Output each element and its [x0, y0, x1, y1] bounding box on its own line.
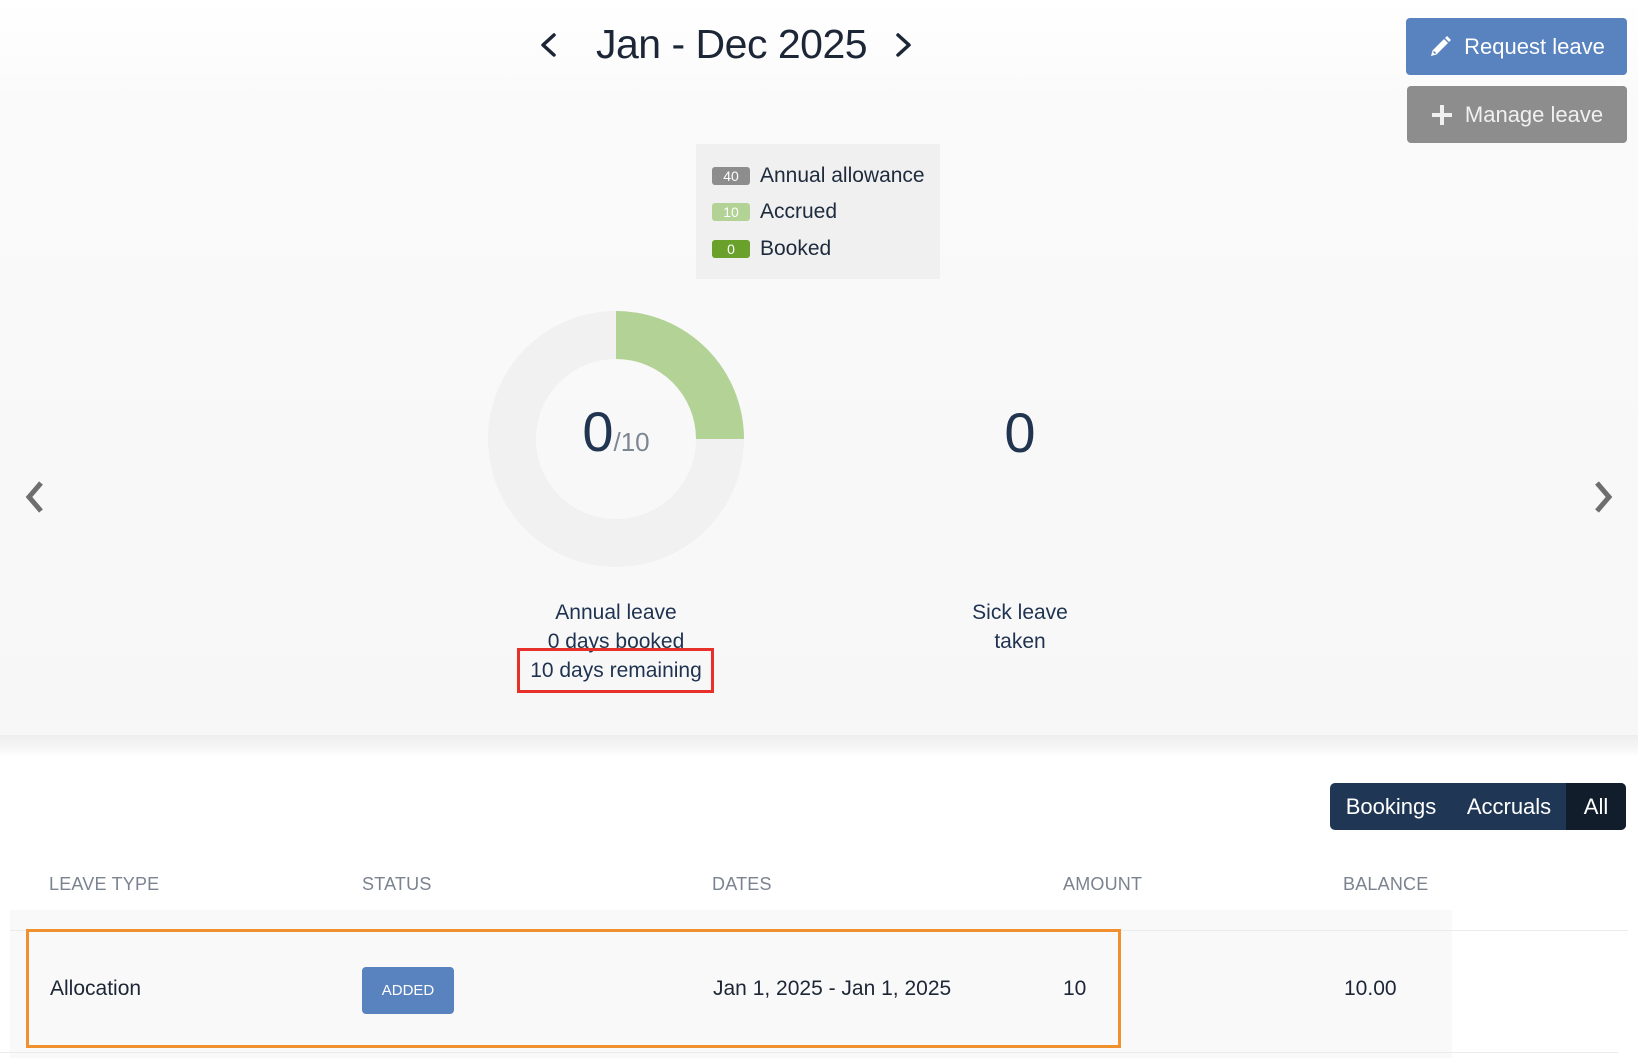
carousel-next-button[interactable]	[1582, 474, 1622, 520]
tab-all[interactable]: All	[1566, 783, 1626, 830]
legend-label: Booked	[760, 237, 832, 260]
chart-legend: 40 Annual allowance 10 Accrued 0 Booked	[696, 144, 940, 279]
sick-leave-line2: taken	[994, 630, 1046, 653]
legend-label: Accrued	[760, 200, 838, 223]
legend-item: 0 Booked	[712, 234, 831, 264]
chevron-left-icon	[25, 481, 43, 513]
row-divider	[0, 1052, 1618, 1053]
chevron-left-icon	[541, 33, 556, 57]
chevron-right-icon	[896, 33, 911, 57]
row-highlight-box	[26, 929, 1121, 1048]
total-value: /10	[613, 427, 650, 457]
booked-value: 0	[582, 400, 614, 463]
donut-center: 0/10	[486, 399, 746, 464]
manage-leave-button[interactable]: Manage leave	[1407, 86, 1627, 143]
period-prev-button[interactable]	[530, 19, 570, 69]
legend-badge: 40	[712, 167, 750, 185]
sick-leave-caption: Sick leave taken	[920, 598, 1120, 656]
legend-label: Annual allowance	[760, 164, 925, 187]
request-leave-button[interactable]: Request leave	[1406, 18, 1627, 75]
leave-dashboard: Jan - Dec 2025 Request leave Manage leav…	[0, 0, 1638, 1058]
column-header-leave-type[interactable]: LEAVE TYPE	[49, 874, 159, 895]
request-leave-label: Request leave	[1464, 33, 1605, 59]
legend-item: 40 Annual allowance	[712, 161, 925, 191]
legend-badge: 0	[712, 240, 750, 258]
manage-leave-label: Manage leave	[1464, 101, 1604, 127]
remaining-highlight-box	[517, 648, 714, 693]
legend-item: 10 Accrued	[712, 197, 837, 227]
sick-leave-line1: Sick leave	[972, 601, 1068, 624]
panel-divider	[0, 735, 1638, 757]
summary-panel	[0, 0, 1638, 735]
cell-balance: 10.00	[1344, 977, 1397, 1000]
legend-badge: 10	[712, 203, 750, 221]
period-title: Jan - Dec 2025	[596, 21, 868, 67]
column-header-dates[interactable]: DATES	[712, 874, 772, 895]
annual-leave-title: Annual leave	[555, 601, 677, 624]
period-next-button[interactable]	[882, 19, 922, 69]
tab-bookings[interactable]: Bookings	[1330, 783, 1452, 830]
chevron-right-icon	[1595, 481, 1613, 513]
sick-leave-count: 0	[1004, 401, 1036, 464]
carousel-prev-button[interactable]	[16, 474, 56, 520]
column-header-amount[interactable]: AMOUNT	[1063, 874, 1142, 895]
pencil-icon	[1428, 35, 1452, 59]
tab-accruals[interactable]: Accruals	[1452, 783, 1566, 830]
column-header-balance[interactable]: BALANCE	[1343, 874, 1428, 895]
period-nav: Jan - Dec 2025	[530, 14, 930, 74]
annual-leave-donut: 0/10	[486, 309, 746, 569]
plus-icon	[1431, 104, 1453, 126]
entry-filter-tabs: Bookings Accruals All	[1330, 783, 1626, 830]
column-header-status[interactable]: STATUS	[362, 874, 432, 895]
